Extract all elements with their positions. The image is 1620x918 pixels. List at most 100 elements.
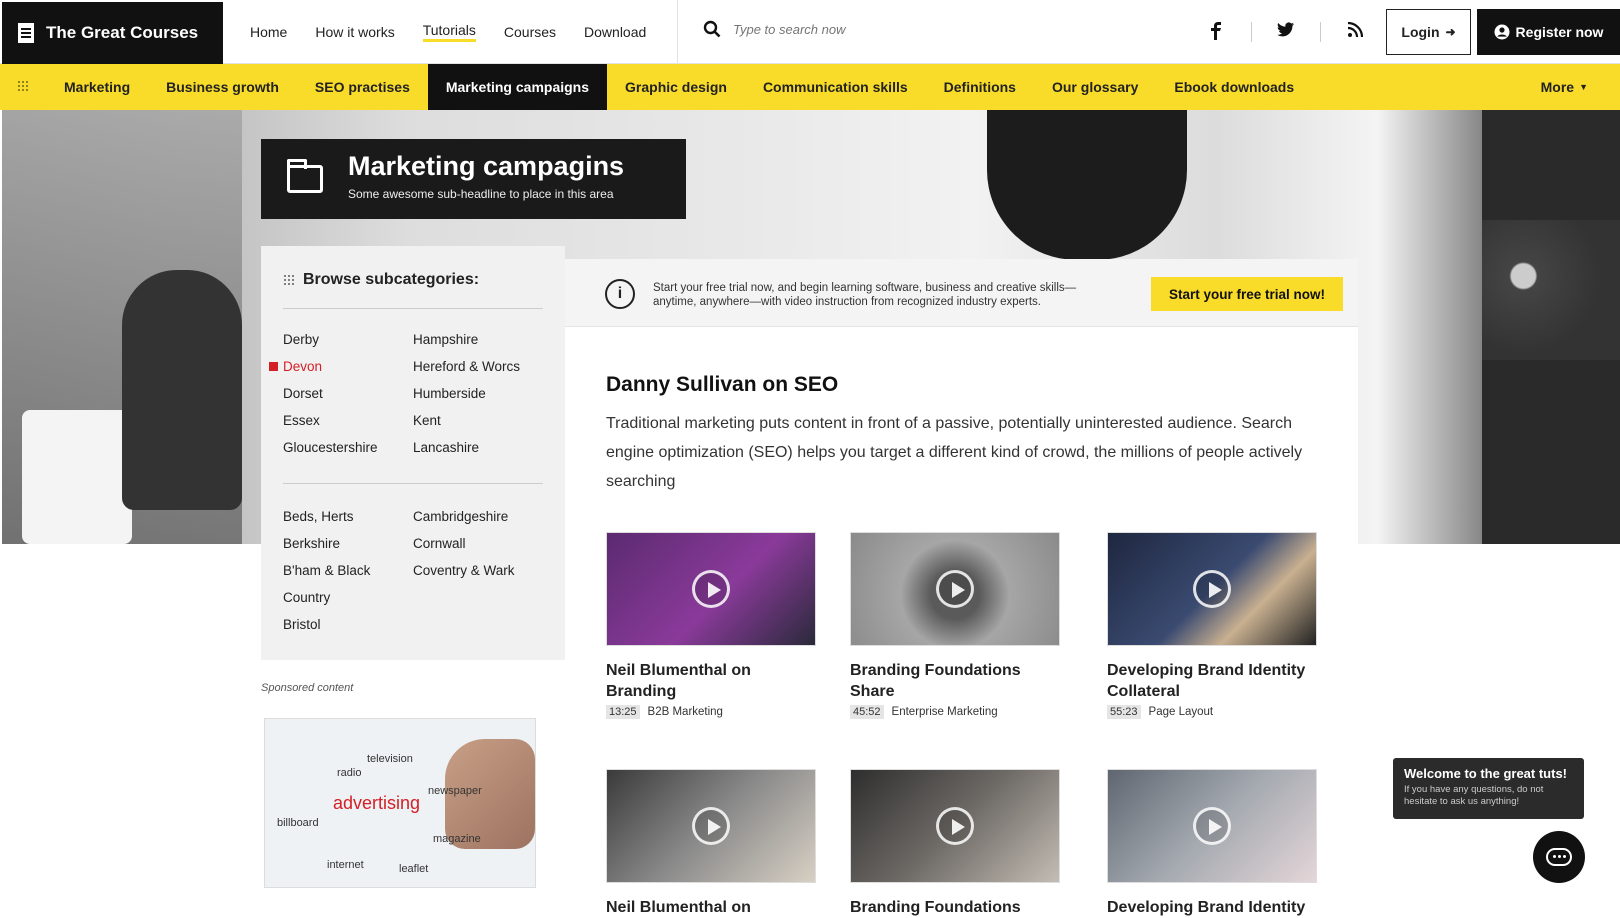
hero-stool [22, 410, 132, 544]
subcategory-item[interactable]: Cornwall [413, 536, 466, 551]
video-duration: 45:52 [850, 705, 884, 719]
play-icon[interactable] [936, 570, 974, 608]
video-card[interactable]: Neil Blumenthal on Branding 13:25 B2B Mar… [606, 532, 816, 719]
video-title[interactable]: Developing Brand Identity Collateral [1107, 660, 1317, 702]
grid-menu-icon[interactable] [17, 80, 29, 92]
sign-in-icon: ➜ [1445, 25, 1456, 39]
hero-person [122, 270, 242, 510]
register-button[interactable]: Register now [1477, 9, 1620, 55]
video-title[interactable]: Developing Brand Identity [1107, 897, 1317, 918]
category-graphic-design[interactable]: Graphic design [607, 64, 745, 110]
info-icon: i [605, 279, 635, 309]
page-subtitle: Some awesome sub-headline to place in th… [348, 187, 614, 201]
brand-name: The Great Courses [46, 23, 199, 42]
category-marketing-campaigns[interactable]: Marketing campaigns [427, 64, 608, 117]
subcategory-item[interactable]: Dorset [283, 386, 323, 401]
subcategory-item[interactable]: Country [283, 590, 330, 605]
search-input[interactable] [733, 21, 933, 37]
hero-coffee-machine [1482, 220, 1620, 360]
nav-download[interactable]: Download [584, 24, 646, 40]
video-card[interactable]: Developing Brand Identity [1107, 769, 1317, 918]
page-title: Marketing campagins [348, 151, 625, 181]
subcategory-item[interactable]: Derby [283, 332, 319, 347]
sidebar-divider [283, 483, 543, 484]
subcategory-item[interactable]: Cambridgeshire [413, 509, 508, 524]
video-title[interactable]: Branding Foundations [850, 897, 1060, 918]
ad-word: advertising [333, 793, 421, 813]
chat-button[interactable] [1533, 831, 1585, 883]
main-nav: Home How it works Tutorials Courses Down… [250, 0, 674, 64]
subcategory-item[interactable]: Hereford & Worcs [413, 359, 520, 374]
subcategory-item[interactable]: Coventry & Wark [413, 563, 515, 578]
subcategory-item[interactable]: B'ham & Black [283, 563, 370, 578]
category-seo-practises[interactable]: SEO practises [297, 64, 428, 110]
search-icon[interactable] [703, 20, 721, 38]
nav-courses[interactable]: Courses [504, 24, 556, 40]
play-icon[interactable] [936, 807, 974, 845]
twitter-icon[interactable] [1277, 22, 1295, 38]
ad-word: newspaper [428, 785, 482, 797]
video-title[interactable]: Neil Blumenthal on [606, 897, 816, 918]
search-box [703, 20, 933, 38]
nav-divider [677, 0, 678, 64]
facebook-icon[interactable] [1210, 22, 1222, 40]
subcategory-item-selected[interactable]: Devon [268, 359, 322, 374]
video-category: Enterprise Marketing [891, 706, 998, 718]
category-our-glossary[interactable]: Our glossary [1034, 64, 1156, 110]
subcategory-item[interactable]: Hampshire [413, 332, 478, 347]
subcategory-item[interactable]: Bristol [283, 617, 321, 632]
video-title[interactable]: Branding Foundations Share [850, 660, 1060, 702]
nav-tutorials[interactable]: Tutorials [422, 22, 476, 42]
subcategory-item[interactable]: Berkshire [283, 536, 340, 551]
video-thumbnail[interactable] [606, 532, 816, 646]
subcategory-item[interactable]: Gloucestershire [283, 440, 378, 455]
subcategory-item[interactable]: Lancashire [413, 440, 479, 455]
ad-word: leaflet [399, 863, 429, 875]
video-title[interactable]: Neil Blumenthal on Branding [606, 660, 816, 702]
video-thumbnail[interactable] [606, 769, 816, 883]
video-thumbnail[interactable] [1107, 532, 1317, 646]
register-label: Register now [1515, 24, 1604, 40]
play-icon[interactable] [1193, 807, 1231, 845]
ad-word: magazine [433, 833, 481, 845]
start-trial-button[interactable]: Start your free trial now! [1151, 277, 1343, 311]
nav-how-it-works[interactable]: How it works [315, 24, 394, 40]
subcategory-item[interactable]: Kent [413, 413, 441, 428]
more-menu[interactable]: More ▼ [1541, 64, 1588, 110]
top-bar: The Great Courses Home How it works Tuto… [0, 0, 1620, 64]
rss-icon[interactable] [1348, 22, 1363, 37]
video-card[interactable]: Neil Blumenthal on [606, 769, 816, 918]
video-card[interactable]: Branding Foundations [850, 769, 1060, 918]
play-icon[interactable] [1193, 570, 1231, 608]
subcategory-item[interactable]: Beds, Herts [283, 509, 354, 524]
login-button[interactable]: Login ➜ [1386, 9, 1471, 55]
ad-word: television [367, 753, 413, 765]
caret-down-icon: ▼ [1579, 82, 1588, 92]
video-thumbnail[interactable] [850, 769, 1060, 883]
category-definitions[interactable]: Definitions [926, 64, 1034, 110]
sponsored-ad[interactable]: radio television newspaper advertising b… [264, 718, 536, 888]
video-thumbnail[interactable] [1107, 769, 1317, 883]
video-thumbnail[interactable] [850, 532, 1060, 646]
brand-logo[interactable]: The Great Courses [2, 2, 223, 64]
sidebar-heading: Browse subcategories: [283, 271, 479, 289]
subcategory-item[interactable]: Essex [283, 413, 320, 428]
subcategory-item[interactable]: Humberside [413, 386, 486, 401]
nav-home[interactable]: Home [250, 24, 287, 40]
category-business-growth[interactable]: Business growth [148, 64, 297, 110]
play-icon[interactable] [692, 570, 730, 608]
trial-text: Start your free trial now, and begin lea… [653, 282, 1077, 308]
video-card[interactable]: Branding Foundations Share 45:52 Enterpri… [850, 532, 1060, 719]
video-duration: 13:25 [606, 705, 640, 719]
play-icon[interactable] [692, 807, 730, 845]
ad-word: internet [327, 859, 364, 871]
category-marketing[interactable]: Marketing [46, 64, 148, 110]
category-communication-skills[interactable]: Communication skills [745, 64, 926, 110]
video-card[interactable]: Developing Brand Identity Collateral 55:… [1107, 532, 1317, 719]
category-bar: Marketing Business growth SEO practises … [0, 64, 1620, 117]
social-divider [1251, 22, 1252, 42]
category-ebook-downloads[interactable]: Ebook downloads [1156, 64, 1312, 110]
user-icon [1494, 24, 1510, 40]
article-description: Traditional marketing puts content in fr… [606, 415, 1303, 490]
video-category: Page Layout [1148, 706, 1214, 718]
